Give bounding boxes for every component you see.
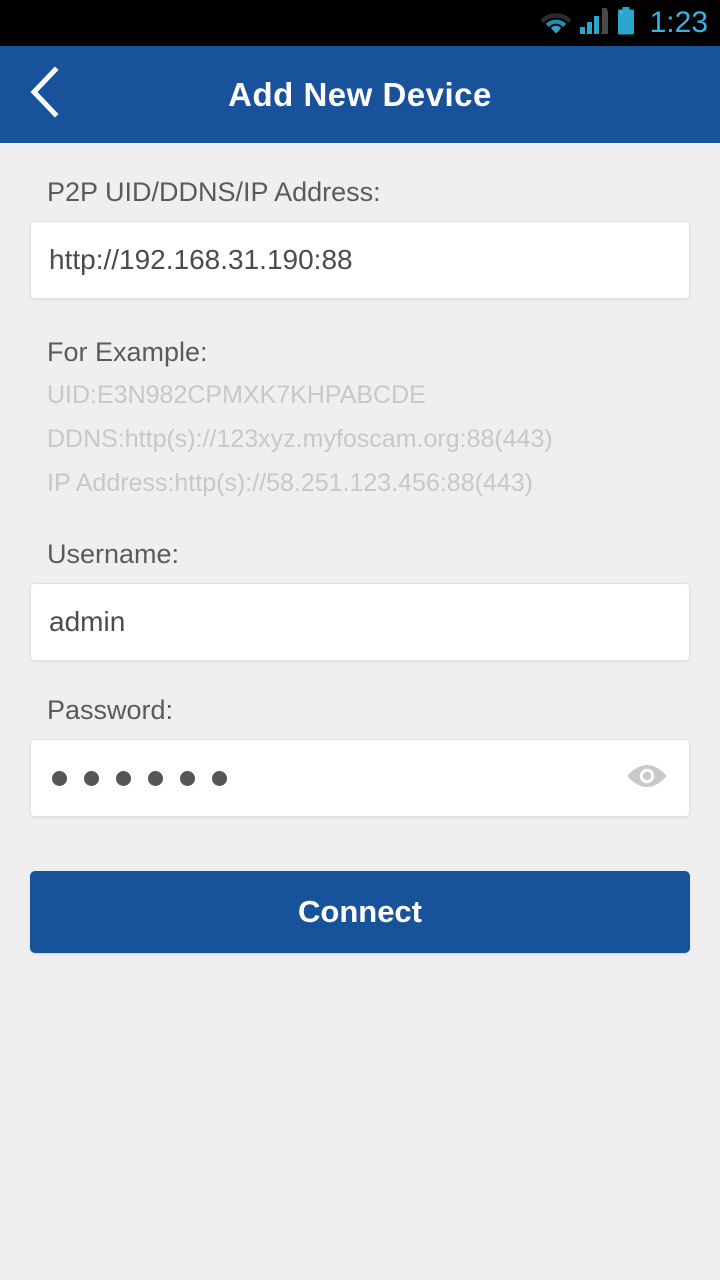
example-line-ddns: DDNS:http(s)://123xyz.myfoscam.org:88(44… xyxy=(47,425,553,453)
password-dot xyxy=(212,770,227,786)
username-input[interactable]: admin xyxy=(30,583,690,661)
eye-icon xyxy=(626,762,668,795)
toggle-password-visibility-button[interactable] xyxy=(621,756,673,800)
signal-icon xyxy=(579,7,610,39)
example-line-ip: IP Address:http(s)://58.251.123.456:88(4… xyxy=(47,469,533,497)
password-dot xyxy=(148,770,163,786)
back-button[interactable] xyxy=(14,64,76,126)
status-icon-group: 1:23 xyxy=(539,6,710,40)
chevron-left-icon xyxy=(27,66,63,123)
battery-icon xyxy=(617,6,635,40)
password-input[interactable] xyxy=(30,739,690,817)
password-dot xyxy=(180,770,195,786)
address-input-value: http://192.168.31.190:88 xyxy=(49,244,353,275)
password-dot xyxy=(52,770,67,786)
address-label: P2P UID/DDNS/IP Address: xyxy=(47,177,381,207)
password-masked-value xyxy=(49,770,227,786)
wifi-icon xyxy=(539,8,573,39)
password-dot xyxy=(116,770,131,786)
app-screen: 1:23 Add New Device P2P UID/DDNS/IP Addr… xyxy=(0,0,720,1280)
password-label: Password: xyxy=(47,695,174,725)
address-input[interactable]: http://192.168.31.190:88 xyxy=(30,221,690,299)
username-input-value: admin xyxy=(49,606,126,637)
status-bar: 1:23 xyxy=(0,0,720,46)
password-dot xyxy=(84,770,99,786)
status-time: 1:23 xyxy=(649,6,708,39)
form-content: P2P UID/DDNS/IP Address: http://192.168.… xyxy=(0,143,720,953)
app-header: Add New Device xyxy=(0,46,720,143)
example-title: For Example: xyxy=(47,337,208,367)
connect-button[interactable]: Connect xyxy=(30,871,690,953)
page-title: Add New Device xyxy=(228,75,492,113)
username-label: Username: xyxy=(47,539,180,569)
example-line-uid: UID:E3N982CPMXK7KHPABCDE xyxy=(47,381,426,409)
example-block: For Example: UID:E3N982CPMXK7KHPABCDE DD… xyxy=(30,299,690,505)
